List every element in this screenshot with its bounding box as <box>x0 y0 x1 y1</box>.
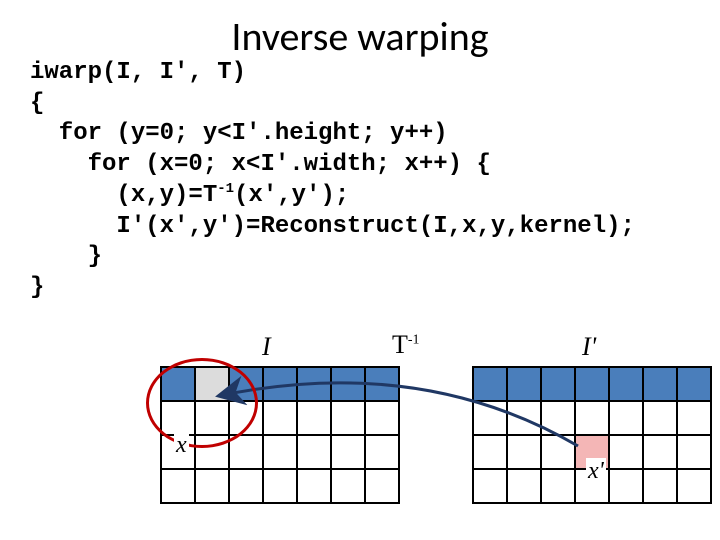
grid-cell <box>195 469 229 503</box>
grid-cell <box>473 401 507 435</box>
label-source-pixel: x <box>174 432 189 459</box>
warping-figure: I T-1 I' x x' <box>0 328 720 528</box>
grid-cell <box>643 435 677 469</box>
grid-cell <box>365 401 399 435</box>
grid-cell <box>331 367 365 401</box>
grid-cell <box>541 469 575 503</box>
label-inverse-transform: T-1 <box>392 330 420 360</box>
grid-cell <box>609 401 643 435</box>
code-line: } <box>30 274 44 301</box>
grid-cell <box>677 435 711 469</box>
label-source-image: I <box>262 332 271 362</box>
grid-cell <box>609 367 643 401</box>
grid-cell <box>609 469 643 503</box>
code-line: (x,y)=T-1(x',y'); <box>30 182 349 209</box>
grid-cell <box>365 435 399 469</box>
grid-cell <box>643 401 677 435</box>
grid-cell <box>473 367 507 401</box>
grid-cell <box>263 435 297 469</box>
grid-cell <box>507 435 541 469</box>
label-target-image: I' <box>582 332 596 362</box>
grid-cell <box>229 469 263 503</box>
grid-cell <box>331 401 365 435</box>
grid-cell <box>643 469 677 503</box>
label-target-pixel: x' <box>586 458 606 485</box>
grid-cell <box>365 367 399 401</box>
grid-cell <box>263 469 297 503</box>
grid-cell <box>229 435 263 469</box>
grid-cell <box>297 401 331 435</box>
grid-cell <box>161 469 195 503</box>
grid-cell <box>609 435 643 469</box>
reconstruction-neighborhood-ellipse <box>146 358 258 448</box>
grid-cell <box>575 367 609 401</box>
grid-cell <box>263 401 297 435</box>
grid-cell <box>507 401 541 435</box>
pseudocode-block: iwarp(I, I', T) { for (y=0; y<I'.height;… <box>30 58 635 304</box>
grid-cell <box>677 367 711 401</box>
grid-cell <box>331 435 365 469</box>
grid-cell <box>575 401 609 435</box>
grid-cell <box>331 469 365 503</box>
grid-cell <box>263 367 297 401</box>
grid-cell <box>473 469 507 503</box>
grid-cell <box>541 435 575 469</box>
grid-cell <box>297 367 331 401</box>
code-line: iwarp(I, I', T) <box>30 59 246 86</box>
code-line: { <box>30 90 44 117</box>
grid-cell <box>677 469 711 503</box>
code-line: for (x=0; x<I'.width; x++) { <box>30 151 491 178</box>
grid-cell <box>643 367 677 401</box>
grid-cell <box>677 401 711 435</box>
grid-cell <box>365 469 399 503</box>
grid-cell <box>541 401 575 435</box>
code-line: } <box>30 243 102 270</box>
grid-cell <box>473 435 507 469</box>
code-line: I'(x',y')=Reconstruct(I,x,y,kernel); <box>30 213 635 240</box>
grid-cell <box>507 367 541 401</box>
grid-cell <box>507 469 541 503</box>
grid-cell <box>541 367 575 401</box>
slide-title: Inverse warping <box>0 12 720 61</box>
grid-cell <box>297 469 331 503</box>
code-line: for (y=0; y<I'.height; y++) <box>30 120 448 147</box>
grid-cell <box>297 435 331 469</box>
